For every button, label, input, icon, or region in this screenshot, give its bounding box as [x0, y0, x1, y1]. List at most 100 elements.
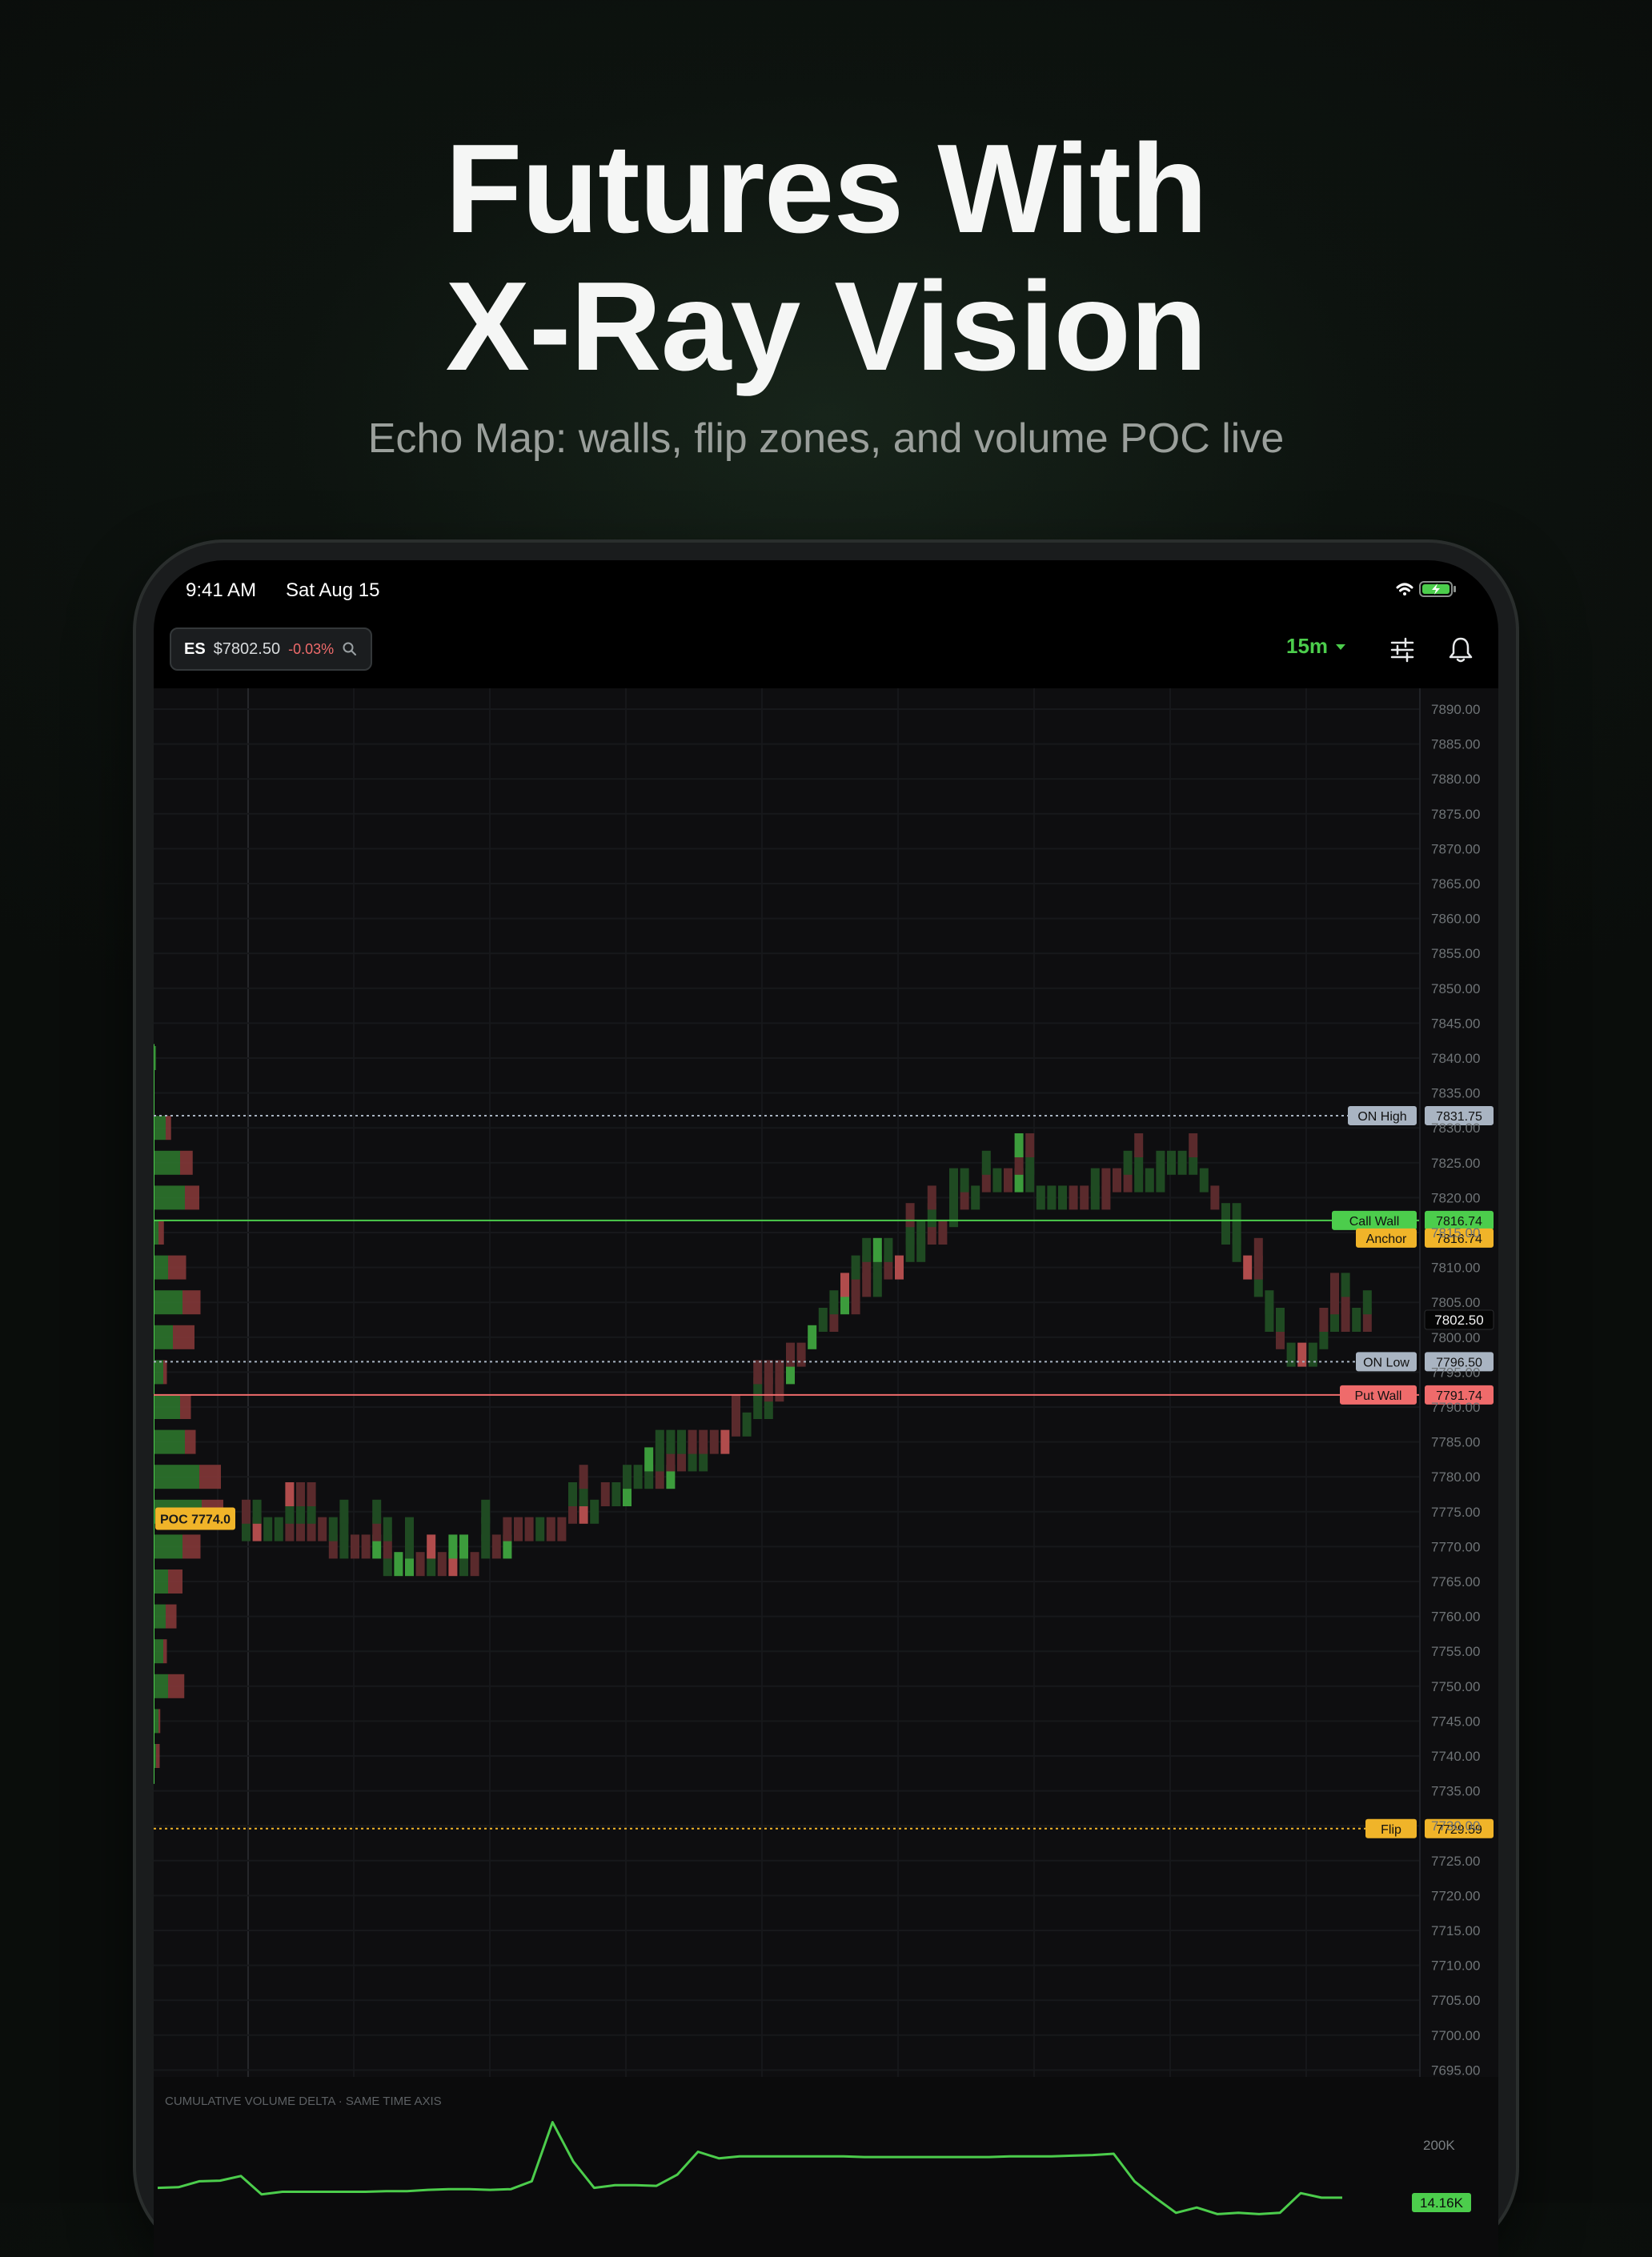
volume-profile-bar-sell [168, 1674, 185, 1698]
footprint-cell [851, 1255, 860, 1280]
footprint-cell [938, 1221, 948, 1245]
y-tick-label: 7830.00 [1431, 1120, 1480, 1136]
footprint-cell [611, 1482, 621, 1506]
footprint-cell [633, 1465, 643, 1489]
footprint-cell [1319, 1308, 1329, 1332]
y-tick-label: 7740.00 [1431, 1749, 1480, 1764]
footprint-cell [808, 1325, 817, 1349]
volume-profile-bar-buy [154, 1569, 168, 1594]
footprint-cell [786, 1342, 795, 1367]
footprint-cell [242, 1499, 251, 1524]
footprint-cell [568, 1482, 577, 1506]
y-tick-label: 7835.00 [1431, 1086, 1480, 1101]
footprint-cell [1286, 1342, 1296, 1367]
footprint-cell [1058, 1185, 1067, 1210]
footprint-cell [557, 1517, 567, 1541]
footprint-cell [1308, 1342, 1317, 1367]
footprint-cell [470, 1552, 479, 1577]
cvd-last-value: 14.16K [1420, 2195, 1464, 2211]
footprint-cell [655, 1429, 664, 1454]
footprint-cell [405, 1517, 414, 1541]
y-tick-label: 7890.00 [1431, 702, 1480, 717]
level-tag-label: Put Wall [1355, 1389, 1402, 1403]
footprint-cell [709, 1429, 719, 1454]
volume-profile-bar-buy [154, 1185, 185, 1210]
y-tick-label: 7695.00 [1431, 2063, 1480, 2078]
footprint-cell [1080, 1185, 1089, 1210]
footprint-cell [1177, 1150, 1187, 1175]
volume-profile-bar-sell [182, 1290, 201, 1315]
footprint-cell [666, 1429, 676, 1454]
footprint-cell [1145, 1168, 1154, 1193]
footprint-cell [829, 1290, 839, 1315]
footprint-cell [905, 1203, 915, 1228]
app-screen: 9:41 AM Sat Aug 15 ES $7802.50 -0.03% 15… [154, 560, 1498, 2257]
footprint-cell [1297, 1342, 1307, 1367]
footprint-cell [1199, 1168, 1209, 1193]
y-tick-label: 7710.00 [1431, 1958, 1480, 1974]
volume-profile-bar-buy [154, 1255, 168, 1280]
footprint-cell [1243, 1255, 1253, 1280]
volume-profile-bar-sell [182, 1534, 201, 1559]
sliders-icon[interactable] [1388, 635, 1417, 664]
y-tick-label: 7880.00 [1431, 772, 1480, 787]
y-tick-label: 7795.00 [1431, 1365, 1480, 1380]
status-bar: 9:41 AM Sat Aug 15 [154, 560, 1498, 616]
search-icon [343, 642, 357, 655]
footprint-cell [775, 1360, 784, 1385]
footprint-cell [732, 1395, 740, 1419]
volume-profile-bar-sell [166, 1116, 171, 1141]
last-price-value: 7802.50 [1434, 1313, 1483, 1328]
footprint-cell [1069, 1185, 1078, 1210]
bell-icon[interactable] [1447, 635, 1474, 664]
y-tick-label: 7805.00 [1431, 1295, 1480, 1310]
footprint-cell [1123, 1150, 1133, 1175]
echo-map-chart[interactable]: POC 7774.0 ON High 7831.75 Call Wall 7816.7… [154, 688, 1498, 2257]
symbol-search-button[interactable]: ES $7802.50 -0.03% [170, 627, 373, 671]
footprint-cell [318, 1517, 327, 1541]
volume-profile-bar-sell [158, 1221, 164, 1245]
y-tick-label: 7875.00 [1431, 807, 1480, 822]
volume-profile-bar-sell [168, 1569, 182, 1594]
footprint-cell [699, 1429, 708, 1454]
volume-profile-bar-buy [154, 1674, 168, 1698]
volume-profile-bar-sell [168, 1255, 186, 1280]
cvd-title: CUMULATIVE VOLUME DELTA · SAME TIME AXIS [165, 2095, 442, 2108]
footprint-cell [960, 1168, 969, 1193]
footprint-cell [427, 1534, 436, 1559]
footprint-cell [328, 1517, 338, 1541]
footprint-cell [688, 1429, 697, 1454]
volume-profile-bar-buy [154, 1465, 199, 1489]
y-tick-label: 7745.00 [1431, 1714, 1480, 1729]
y-tick-label: 7850.00 [1431, 981, 1480, 996]
cvd-axis-label: 200K [1423, 2138, 1455, 2153]
footprint-cell [1101, 1168, 1111, 1193]
volume-profile-bar-buy [154, 1534, 182, 1559]
footprint-cell [1352, 1308, 1361, 1332]
y-tick-label: 7785.00 [1431, 1435, 1480, 1450]
footprint-cell [1362, 1290, 1372, 1315]
y-tick-label: 7700.00 [1431, 2028, 1480, 2043]
footprint-cell [1232, 1203, 1241, 1228]
footprint-cell [1113, 1168, 1121, 1193]
footprint-cell [1090, 1168, 1100, 1193]
footprint-cell [1265, 1290, 1274, 1315]
volume-profile-bar-sell [199, 1465, 221, 1489]
volume-profile-bar-sell [156, 1744, 160, 1768]
top-toolbar: ES $7802.50 -0.03% 15m [154, 616, 1498, 688]
hero-title: Futures With X-Ray Vision [0, 120, 1652, 395]
footprint-cell [448, 1534, 458, 1559]
footprint-cell [644, 1447, 654, 1472]
footprint-cell [916, 1221, 926, 1245]
footprint-cell [1025, 1133, 1035, 1157]
y-tick-label: 7800.00 [1431, 1330, 1480, 1345]
footprint-cell [437, 1552, 447, 1577]
footprint-cell [895, 1255, 904, 1280]
volume-profile-bar-sell [185, 1429, 196, 1454]
footprint-cell [351, 1534, 359, 1559]
footprint-cell [623, 1465, 632, 1489]
footprint-cell [383, 1517, 392, 1541]
y-tick-label: 7855.00 [1431, 946, 1480, 961]
footprint-cell [459, 1534, 468, 1559]
timeframe-select[interactable]: 15m [1286, 634, 1347, 659]
